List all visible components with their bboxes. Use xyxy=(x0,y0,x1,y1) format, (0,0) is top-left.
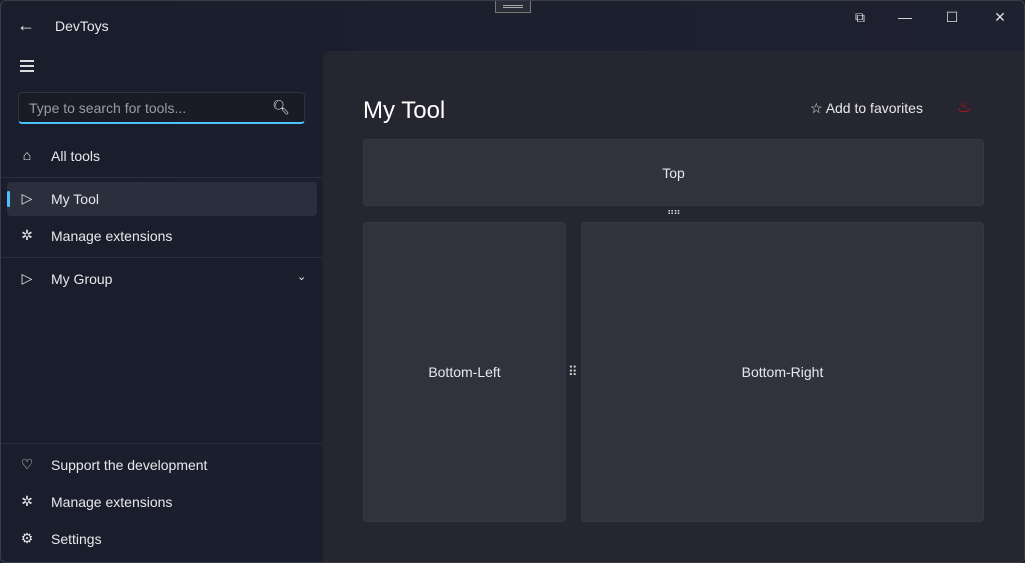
sidebar-item-settings[interactable]: ⚙ Settings xyxy=(7,522,317,556)
divider xyxy=(1,443,322,444)
horizontal-splitter-grip[interactable]: ⠶⠶ xyxy=(667,207,681,218)
sidebar-item-label: Manage extensions xyxy=(51,494,173,510)
search-input[interactable] xyxy=(29,100,269,116)
sidebar-item-support[interactable]: ♡ Support the development xyxy=(7,448,317,482)
panel-label: Top xyxy=(662,164,685,181)
search-icon[interactable]: 🔍︎ xyxy=(272,99,290,116)
add-to-favorites-button[interactable]: ☆ Add to favorites xyxy=(810,100,923,117)
minimize-button[interactable]: — xyxy=(882,9,928,29)
sidebar-item-label: My Group xyxy=(51,271,113,287)
sidebar-item-label: Support the development xyxy=(51,457,208,473)
sidebar-item-manage-extensions-footer[interactable]: ✲ Manage extensions xyxy=(7,485,317,519)
app-title: DevToys xyxy=(55,18,109,34)
panel-label: Bottom-Right xyxy=(741,364,824,380)
window-drag-grip[interactable] xyxy=(495,1,531,13)
puzzle-icon: ✲ xyxy=(21,227,33,243)
sidebar-item-label: Settings xyxy=(51,531,102,547)
tool-icon: ▷ xyxy=(21,190,33,206)
maximize-button[interactable]: ☐ xyxy=(929,9,975,29)
sidebar-item-manage-extensions[interactable]: ✲ Manage extensions xyxy=(7,219,317,253)
panel-bottom-left: Bottom-Left xyxy=(363,222,566,522)
sidebar-item-all-tools[interactable]: ⌂ All tools xyxy=(7,139,317,173)
panel-bottom-right: Bottom-Right xyxy=(581,222,984,522)
fire-icon[interactable]: ♨ xyxy=(957,97,971,117)
panel-top: Top xyxy=(363,139,984,206)
page-title: My Tool xyxy=(363,97,446,124)
sidebar-item-label: My Tool xyxy=(51,191,99,207)
sidebar-item-label: Manage extensions xyxy=(51,228,173,244)
home-icon: ⌂ xyxy=(22,147,32,163)
app-window: ← DevToys ⧉ — ☐ ✕ 🔍︎ ⌂ All tools ▷ My Tool… xyxy=(0,0,1025,563)
main-content: My Tool ☆ Add to favorites ♨ Top ⠶⠶ Bott… xyxy=(323,51,1024,562)
menu-toggle-button[interactable] xyxy=(20,60,34,75)
chevron-down-icon[interactable]: ⌄ xyxy=(297,270,306,283)
favorites-label: Add to favorites xyxy=(825,100,923,116)
search-box[interactable]: 🔍︎ xyxy=(18,92,305,124)
sidebar-item-my-tool[interactable]: ▷ My Tool xyxy=(7,182,317,216)
panel-label: Bottom-Left xyxy=(428,364,501,380)
star-icon: ☆ xyxy=(810,100,823,116)
divider xyxy=(1,177,322,178)
divider xyxy=(1,257,322,258)
heart-icon: ♡ xyxy=(20,456,34,472)
gear-icon: ⚙ xyxy=(20,530,34,546)
close-button[interactable]: ✕ xyxy=(977,9,1023,29)
sidebar-item-my-group[interactable]: ▷ My Group ⌄ xyxy=(7,262,317,296)
sidebar-item-label: All tools xyxy=(51,148,101,164)
tool-icon: ▷ xyxy=(21,270,33,286)
puzzle-icon: ✲ xyxy=(21,493,33,509)
compact-overlay-button[interactable]: ⧉ xyxy=(837,9,883,29)
back-button[interactable]: ← xyxy=(17,15,35,36)
vertical-splitter-grip[interactable]: ⠿ xyxy=(568,364,577,380)
